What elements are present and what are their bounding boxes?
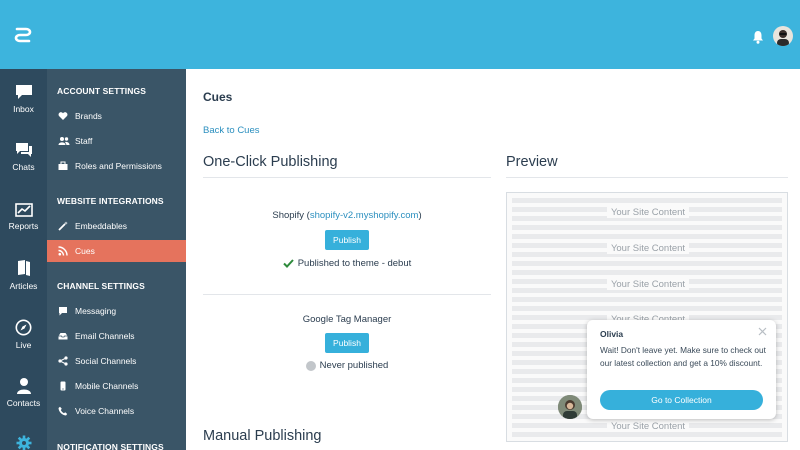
user-avatar[interactable]	[773, 26, 793, 46]
sidebar-item-label: Mobile Channels	[75, 381, 139, 391]
gear-icon	[16, 435, 31, 450]
reports-icon	[14, 203, 33, 217]
nav-chats[interactable]: Chats	[0, 142, 47, 172]
one-click-publishing-title: One-Click Publishing	[203, 154, 338, 170]
go-to-collection-button[interactable]: Go to Collection	[600, 390, 763, 410]
mobile-icon	[60, 381, 66, 391]
messaging-icon	[59, 307, 67, 316]
site-content-label: Your Site Content	[507, 421, 787, 432]
manual-publishing-title: Manual Publishing	[203, 428, 322, 444]
popup-agent-name: Olivia	[600, 329, 624, 339]
gtm-publish-button[interactable]: Publish	[325, 333, 369, 353]
inbox-icon	[15, 85, 32, 99]
sidebar-item-label: Cues	[75, 246, 95, 256]
top-bar	[0, 0, 800, 69]
site-content-label: Your Site Content	[507, 243, 787, 254]
bell-icon[interactable]	[752, 30, 764, 44]
gtm-publish-block: Google Tag Manager Publish Never publish…	[203, 314, 491, 371]
status-dot-icon	[305, 360, 316, 371]
site-content-label: Your Site Content	[507, 207, 787, 218]
sidebar-item-roles[interactable]: Roles and Permissions	[47, 155, 186, 177]
settings-sidebar: ACCOUNT SETTINGS Brands Staff Roles and …	[47, 69, 186, 450]
close-icon[interactable]	[758, 327, 767, 336]
sidebar-item-label: Brands	[75, 111, 102, 121]
gtm-status-text: Never published	[319, 360, 389, 371]
back-to-cues-link[interactable]: Back to Cues	[203, 125, 260, 136]
divider	[203, 294, 491, 295]
section-channel-settings: CHANNEL SETTINGS	[57, 281, 145, 291]
main-nav-rail: Inbox Chats Reports Articles Live Contac…	[0, 69, 47, 450]
chats-icon	[15, 143, 32, 157]
sidebar-item-label: Messaging	[75, 306, 117, 316]
sidebar-item-label: Roles and Permissions	[75, 161, 162, 171]
briefcase-icon	[58, 161, 68, 170]
nav-live[interactable]: Live	[0, 319, 47, 350]
gtm-name: Google Tag Manager	[302, 314, 392, 325]
sidebar-item-social-channels[interactable]: Social Channels	[47, 350, 186, 372]
shopify-label: Shopify	[272, 210, 305, 221]
shopify-close-paren: )	[418, 210, 422, 221]
phone-icon	[58, 406, 68, 416]
site-content-label: Your Site Content	[507, 279, 787, 290]
sidebar-item-label: Social Channels	[75, 356, 137, 366]
heart-icon	[58, 112, 68, 120]
nav-articles-label: Articles	[9, 281, 38, 291]
nav-settings[interactable]	[0, 435, 47, 450]
page-title: Cues	[203, 90, 233, 104]
contacts-icon	[16, 378, 31, 394]
preview-title: Preview	[506, 154, 558, 170]
sidebar-item-email-channels[interactable]: Email Channels	[47, 325, 186, 347]
sidebar-item-embeddables[interactable]: Embeddables	[47, 215, 186, 237]
gtm-status: Never published	[203, 360, 491, 371]
popup-message: Wait! Don't leave yet. Make sure to chec…	[600, 345, 766, 368]
nav-contacts[interactable]: Contacts	[0, 377, 47, 408]
section-account-settings: ACCOUNT SETTINGS	[57, 86, 146, 96]
nav-inbox-label: Inbox	[13, 104, 34, 114]
divider	[203, 177, 491, 178]
sidebar-item-brands[interactable]: Brands	[47, 105, 186, 127]
cue-popup: Olivia Wait! Don't leave yet. Make sure …	[587, 320, 776, 419]
sidebar-item-messaging[interactable]: Messaging	[47, 300, 186, 322]
nav-reports-label: Reports	[8, 221, 39, 231]
shopify-status-text: Published to theme - debut	[297, 258, 412, 269]
sidebar-item-staff[interactable]: Staff	[47, 130, 186, 152]
sidebar-item-label: Voice Channels	[75, 406, 135, 416]
section-notification-settings: NOTIFICATION SETTINGS	[57, 442, 164, 450]
nav-contacts-label: Contacts	[6, 398, 41, 408]
nav-reports[interactable]: Reports	[0, 203, 47, 231]
section-website-integrations: WEBSITE INTEGRATIONS	[57, 196, 164, 206]
staff-icon	[58, 137, 70, 145]
email-icon	[58, 333, 68, 340]
shopify-name: Shopify (shopify-v2.myshopify.com)	[203, 210, 491, 221]
nav-live-label: Live	[15, 340, 32, 350]
sidebar-item-label: Email Channels	[75, 331, 135, 341]
sidebar-item-label: Embeddables	[75, 221, 127, 231]
sidebar-item-cues[interactable]: Cues	[47, 240, 186, 262]
app-logo-icon[interactable]	[14, 27, 32, 43]
sidebar-item-label: Staff	[75, 136, 93, 146]
shopify-store-link[interactable]: shopify-v2.myshopify.com	[310, 210, 419, 221]
shopify-status: Published to theme - debut	[203, 258, 491, 269]
checkmark-icon	[283, 259, 294, 268]
sidebar-item-voice-channels[interactable]: Voice Channels	[47, 400, 186, 422]
shopify-publish-button[interactable]: Publish	[325, 230, 369, 250]
nav-chats-label: Chats	[12, 162, 35, 172]
shopify-publish-block: Shopify (shopify-v2.myshopify.com) Publi…	[203, 210, 491, 269]
sidebar-item-mobile-channels[interactable]: Mobile Channels	[47, 375, 186, 397]
articles-icon	[17, 260, 30, 276]
rss-icon	[58, 246, 68, 256]
share-icon	[58, 356, 68, 366]
wand-icon	[58, 221, 68, 231]
divider	[506, 177, 788, 178]
compass-icon	[15, 319, 32, 336]
agent-avatar[interactable]	[558, 395, 582, 419]
nav-inbox[interactable]: Inbox	[0, 84, 47, 114]
nav-articles[interactable]: Articles	[0, 259, 47, 291]
